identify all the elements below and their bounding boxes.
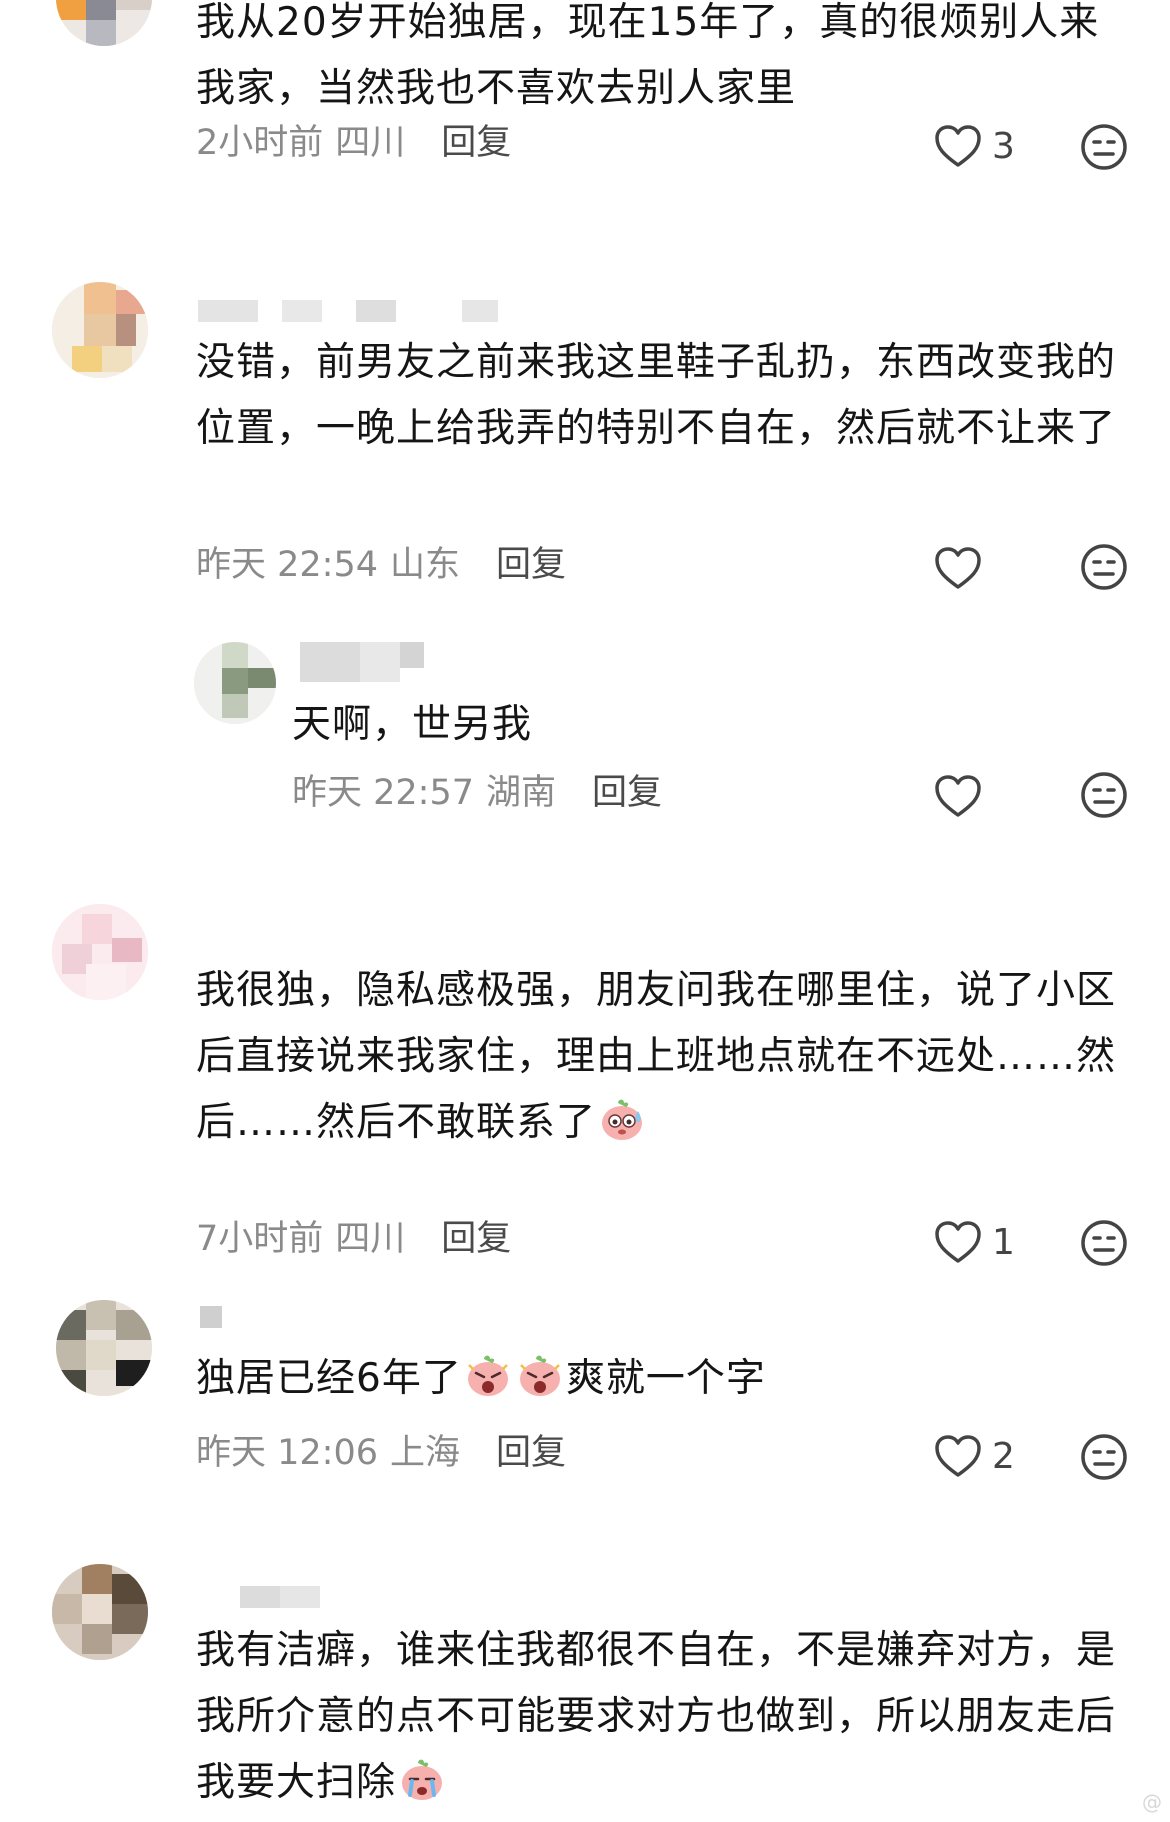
comment-location: 四川: [335, 1219, 406, 1259]
comment-text: 天啊，世另我: [292, 702, 533, 747]
reply-button[interactable]: 回复: [592, 768, 662, 818]
neutral-face-icon[interactable]: [1080, 1433, 1128, 1481]
heart-outline-icon: [935, 1221, 981, 1263]
comment-text: 我很独，隐私感极强，朋友问我在哪里住，说了小区后直接说来我家住，理由上班地点就在…: [196, 958, 1126, 1156]
like-button[interactable]: [934, 543, 992, 593]
comment-location: 上海: [390, 1433, 461, 1473]
avatar[interactable]: [56, 1300, 152, 1396]
reply-button[interactable]: 回复: [496, 1428, 566, 1478]
avatar[interactable]: [52, 904, 148, 1000]
comment-text: 我有洁癖，谁来住我都很不自在，不是嫌弃对方，是我所介意的点不可能要求对方也做到，…: [196, 1618, 1126, 1816]
reply-button[interactable]: 回复: [441, 1214, 511, 1264]
comment-text: 我从20岁开始独居，现在15年了，真的很烦别人来我家，当然我也不喜欢去别人家里: [196, 0, 1100, 111]
comment-location: 山东: [390, 545, 461, 585]
comment-meta: 昨天 12:06 上海 回复: [196, 1428, 566, 1478]
username-blurred[interactable]: [200, 1306, 222, 1328]
shocked-emoji-icon: [467, 1355, 508, 1396]
comment-text-after: 爽就一个字: [565, 1356, 766, 1401]
sweat-emoji-icon: [602, 1099, 643, 1140]
like-button[interactable]: 3: [934, 121, 1015, 171]
heart-outline-icon: [935, 775, 981, 817]
username-blurred[interactable]: [198, 300, 498, 322]
comment-text-content: 我很独，隐私感极强，朋友问我在哪里住，说了小区后直接说来我家住，理由上班地点就在…: [196, 968, 1117, 1145]
username-blurred[interactable]: [240, 1586, 320, 1608]
heart-outline-icon: [935, 125, 981, 167]
watermark: @: [1142, 1790, 1162, 1814]
reply-button[interactable]: 回复: [441, 118, 511, 168]
comment-meta: 2小时前 四川 回复: [196, 118, 511, 168]
comment-location: 四川: [335, 123, 406, 163]
reply-button[interactable]: 回复: [496, 540, 566, 590]
like-button[interactable]: 1: [934, 1217, 1015, 1267]
comment-location: 湖南: [486, 773, 557, 813]
like-count: 1: [992, 1221, 1015, 1263]
neutral-face-icon[interactable]: [1080, 1219, 1128, 1267]
comment-time: 昨天 12:06: [196, 1433, 378, 1473]
comment-time: 昨天 22:54: [196, 545, 378, 585]
comment-meta: 昨天 22:57 湖南 回复: [292, 768, 662, 818]
comment-text-content: 我有洁癖，谁来住我都很不自在，不是嫌弃对方，是我所介意的点不可能要求对方也做到，…: [196, 1628, 1117, 1805]
avatar[interactable]: [52, 1564, 148, 1660]
neutral-face-icon[interactable]: [1080, 543, 1128, 591]
comment-text-before: 独居已经6年了: [196, 1356, 462, 1401]
like-count: 2: [992, 1435, 1015, 1477]
neutral-face-icon[interactable]: [1080, 123, 1128, 171]
neutral-face-icon[interactable]: [1080, 771, 1128, 819]
like-button[interactable]: 2: [934, 1431, 1015, 1481]
avatar[interactable]: [52, 282, 148, 378]
comment-time: 2小时前: [196, 123, 324, 163]
comment-text: 没错，前男友之前来我这里鞋子乱扔，东西改变我的位置，一晚上给我弄的特别不自在，然…: [196, 340, 1117, 451]
crying-emoji-icon: [402, 1759, 443, 1800]
comment-time: 昨天 22:57: [292, 773, 474, 813]
like-count: 3: [992, 125, 1015, 167]
comment-meta: 7小时前 四川 回复: [196, 1214, 511, 1264]
comment-text: 独居已经6年了 爽就一个字: [196, 1346, 1126, 1412]
comment-meta: 昨天 22:54 山东 回复: [196, 540, 566, 590]
comment-time: 7小时前: [196, 1219, 324, 1259]
username-blurred[interactable]: [300, 642, 424, 682]
like-button[interactable]: [934, 771, 992, 821]
avatar[interactable]: [194, 642, 276, 724]
shocked-emoji-icon: [519, 1355, 560, 1396]
avatar[interactable]: [56, 0, 152, 46]
heart-outline-icon: [935, 547, 981, 589]
heart-outline-icon: [935, 1435, 981, 1477]
